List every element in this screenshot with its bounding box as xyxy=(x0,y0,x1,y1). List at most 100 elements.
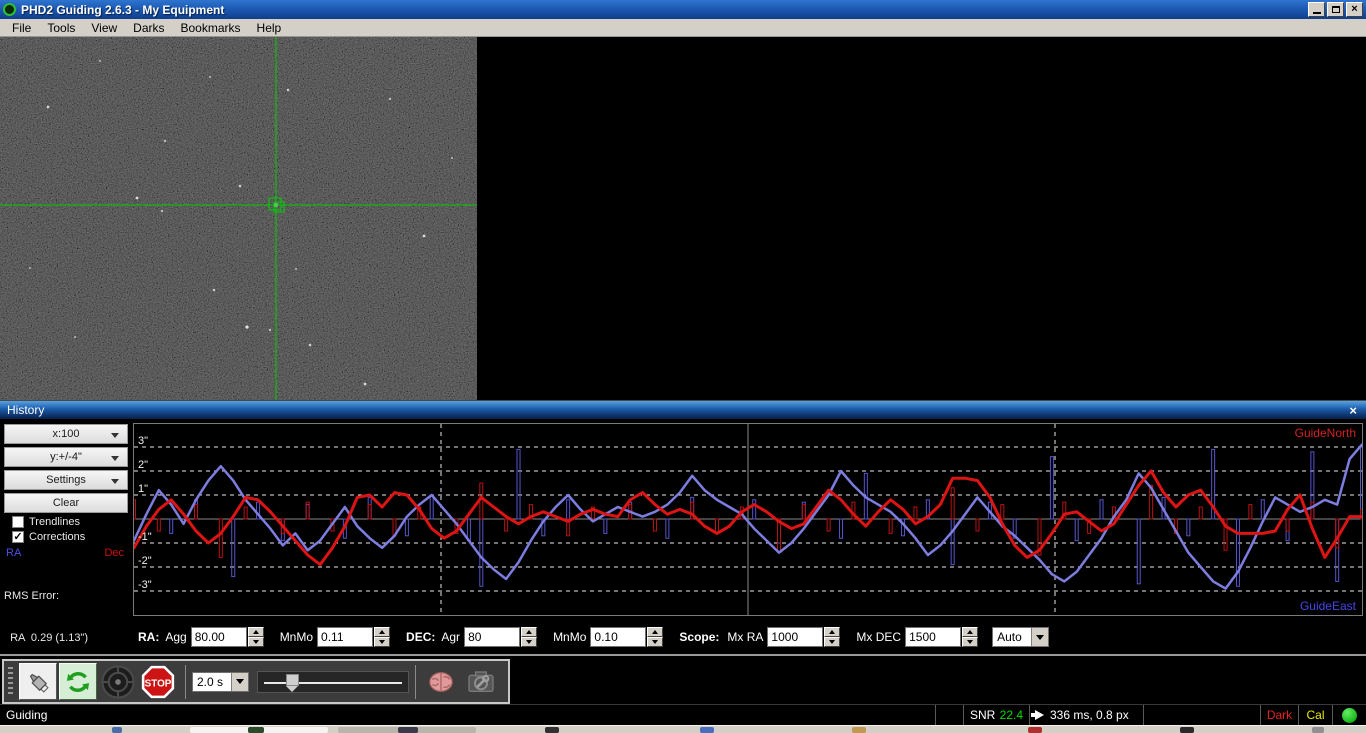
slider-track xyxy=(264,682,402,684)
spin-down-icon[interactable] xyxy=(521,637,537,647)
minimize-button[interactable] xyxy=(1308,2,1325,17)
spin-down-icon[interactable] xyxy=(824,637,840,647)
spin-buttons[interactable] xyxy=(521,627,537,647)
camera-wrench-icon xyxy=(465,666,497,698)
dec-mnmo-input[interactable] xyxy=(590,627,646,647)
close-button[interactable]: × xyxy=(1346,2,1363,17)
dec-section-label: DEC: xyxy=(406,630,435,644)
history-close-icon[interactable]: × xyxy=(1349,403,1359,418)
spin-up-icon[interactable] xyxy=(521,627,537,637)
mx-ra-spinner[interactable] xyxy=(767,627,840,647)
x-scale-value: x:100 xyxy=(53,428,80,440)
chevron-down-icon xyxy=(111,456,119,461)
clear-button[interactable]: Clear xyxy=(4,493,128,513)
slider-thumb[interactable] xyxy=(286,674,299,686)
svg-text:2": 2" xyxy=(138,459,148,471)
status-cal-indicator: Cal xyxy=(1298,705,1332,725)
chevron-down-icon[interactable] xyxy=(231,673,248,691)
guide-camera-view[interactable] xyxy=(0,37,477,400)
settings-dropdown[interactable]: Settings xyxy=(4,470,128,490)
menu-view[interactable]: View xyxy=(83,20,125,36)
menu-darks[interactable]: Darks xyxy=(125,20,172,36)
taskbar-icon-hint xyxy=(545,727,559,733)
history-window: History × x:100 y:+/-4" Settings Clear T… xyxy=(0,400,1366,654)
brain-settings-button[interactable] xyxy=(422,663,460,700)
spin-buttons[interactable] xyxy=(962,627,978,647)
spin-buttons[interactable] xyxy=(248,627,264,647)
dec-agr-input[interactable] xyxy=(464,627,520,647)
spin-down-icon[interactable] xyxy=(374,637,390,647)
ra-agg-input[interactable] xyxy=(191,627,247,647)
exposure-value: 2.0 s xyxy=(193,673,231,691)
spin-up-icon[interactable] xyxy=(824,627,840,637)
spin-down-icon[interactable] xyxy=(647,637,663,647)
taskbar-icon-hint xyxy=(1028,727,1042,733)
stop-sign-icon: STOP xyxy=(141,665,175,699)
svg-text:GuideNorth: GuideNorth xyxy=(1295,426,1356,440)
chevron-down-icon[interactable] xyxy=(1031,628,1048,646)
spin-up-icon[interactable] xyxy=(248,627,264,637)
camera-display-area xyxy=(0,37,1366,400)
spin-up-icon[interactable] xyxy=(374,627,390,637)
mx-dec-label: Mx DEC xyxy=(856,630,901,644)
trendlines-checkbox[interactable]: Trendlines xyxy=(12,516,131,528)
screen-stretch-slider[interactable] xyxy=(257,671,409,693)
loop-exposures-button[interactable] xyxy=(59,663,97,700)
spin-up-icon[interactable] xyxy=(962,627,978,637)
exposure-select[interactable]: 2.0 s xyxy=(192,672,249,692)
mx-ra-input[interactable] xyxy=(767,627,823,647)
toolbar-grip[interactable] xyxy=(8,667,13,697)
connect-equipment-button[interactable] xyxy=(19,663,57,700)
guide-button[interactable] xyxy=(99,663,137,700)
y-scale-dropdown[interactable]: y:+/-4" xyxy=(4,447,128,467)
x-scale-dropdown[interactable]: x:100 xyxy=(4,424,128,444)
mx-dec-input[interactable] xyxy=(905,627,961,647)
ra-agg-spinner[interactable] xyxy=(191,627,264,647)
status-dark-indicator: Dark xyxy=(1260,705,1298,725)
ra-mnmo-spinner[interactable] xyxy=(317,627,390,647)
spin-up-icon[interactable] xyxy=(647,627,663,637)
menu-help[interactable]: Help xyxy=(249,20,290,36)
mx-dec-spinner[interactable] xyxy=(905,627,978,647)
restore-button[interactable] xyxy=(1327,2,1344,17)
menu-file[interactable]: File xyxy=(4,20,39,36)
camera-settings-button[interactable] xyxy=(462,663,500,700)
windows-taskbar-sliver[interactable] xyxy=(0,725,1366,733)
spin-buttons[interactable] xyxy=(374,627,390,647)
spin-buttons[interactable] xyxy=(647,627,663,647)
svg-text:-1": -1" xyxy=(138,531,152,543)
guide-direction-arrow-icon xyxy=(1035,710,1044,720)
svg-text:1": 1" xyxy=(138,483,148,495)
main-toolbar: STOP 2.0 s xyxy=(2,659,510,704)
ra-mnmo-input[interactable] xyxy=(317,627,373,647)
corrections-label: Corrections xyxy=(29,531,85,543)
window-titlebar[interactable]: PHD2 Guiding 2.6.3 - My Equipment × xyxy=(0,0,1366,19)
ra-mnmo-label: MnMo xyxy=(280,630,313,644)
guide-step-text: 336 ms, 0.8 px xyxy=(1050,708,1129,722)
menu-tools[interactable]: Tools xyxy=(39,20,83,36)
history-title: History xyxy=(7,403,44,417)
guide-parameter-row: RA: Agg MnMo DEC: Agr MnMo xyxy=(136,625,1049,649)
dec-guide-mode-dropdown[interactable]: Auto xyxy=(992,627,1049,647)
restore-icon xyxy=(1332,6,1340,13)
spin-down-icon[interactable] xyxy=(248,637,264,647)
window-title: PHD2 Guiding 2.6.3 - My Equipment xyxy=(21,3,224,17)
rms-ra: RA 0.29 (1.13") xyxy=(4,631,131,645)
corrections-checkbox[interactable]: ✓ Corrections xyxy=(12,531,131,543)
guiding-status-text: Guiding xyxy=(6,708,47,722)
green-led-icon xyxy=(1342,708,1357,723)
dec-agr-spinner[interactable] xyxy=(464,627,537,647)
svg-text:STOP: STOP xyxy=(145,678,172,689)
mx-ra-label: Mx RA xyxy=(727,630,763,644)
phd2-app-icon xyxy=(3,3,16,16)
status-snr: SNR 22.4 xyxy=(963,705,1029,725)
checkbox-box[interactable] xyxy=(12,516,24,528)
dec-mnmo-spinner[interactable] xyxy=(590,627,663,647)
spin-down-icon[interactable] xyxy=(962,637,978,647)
menu-bookmarks[interactable]: Bookmarks xyxy=(173,20,249,36)
spin-buttons[interactable] xyxy=(824,627,840,647)
history-titlebar[interactable]: History × xyxy=(0,401,1366,419)
starfield-image xyxy=(0,37,477,400)
checkbox-box[interactable]: ✓ xyxy=(12,531,24,543)
stop-button[interactable]: STOP xyxy=(139,663,177,700)
